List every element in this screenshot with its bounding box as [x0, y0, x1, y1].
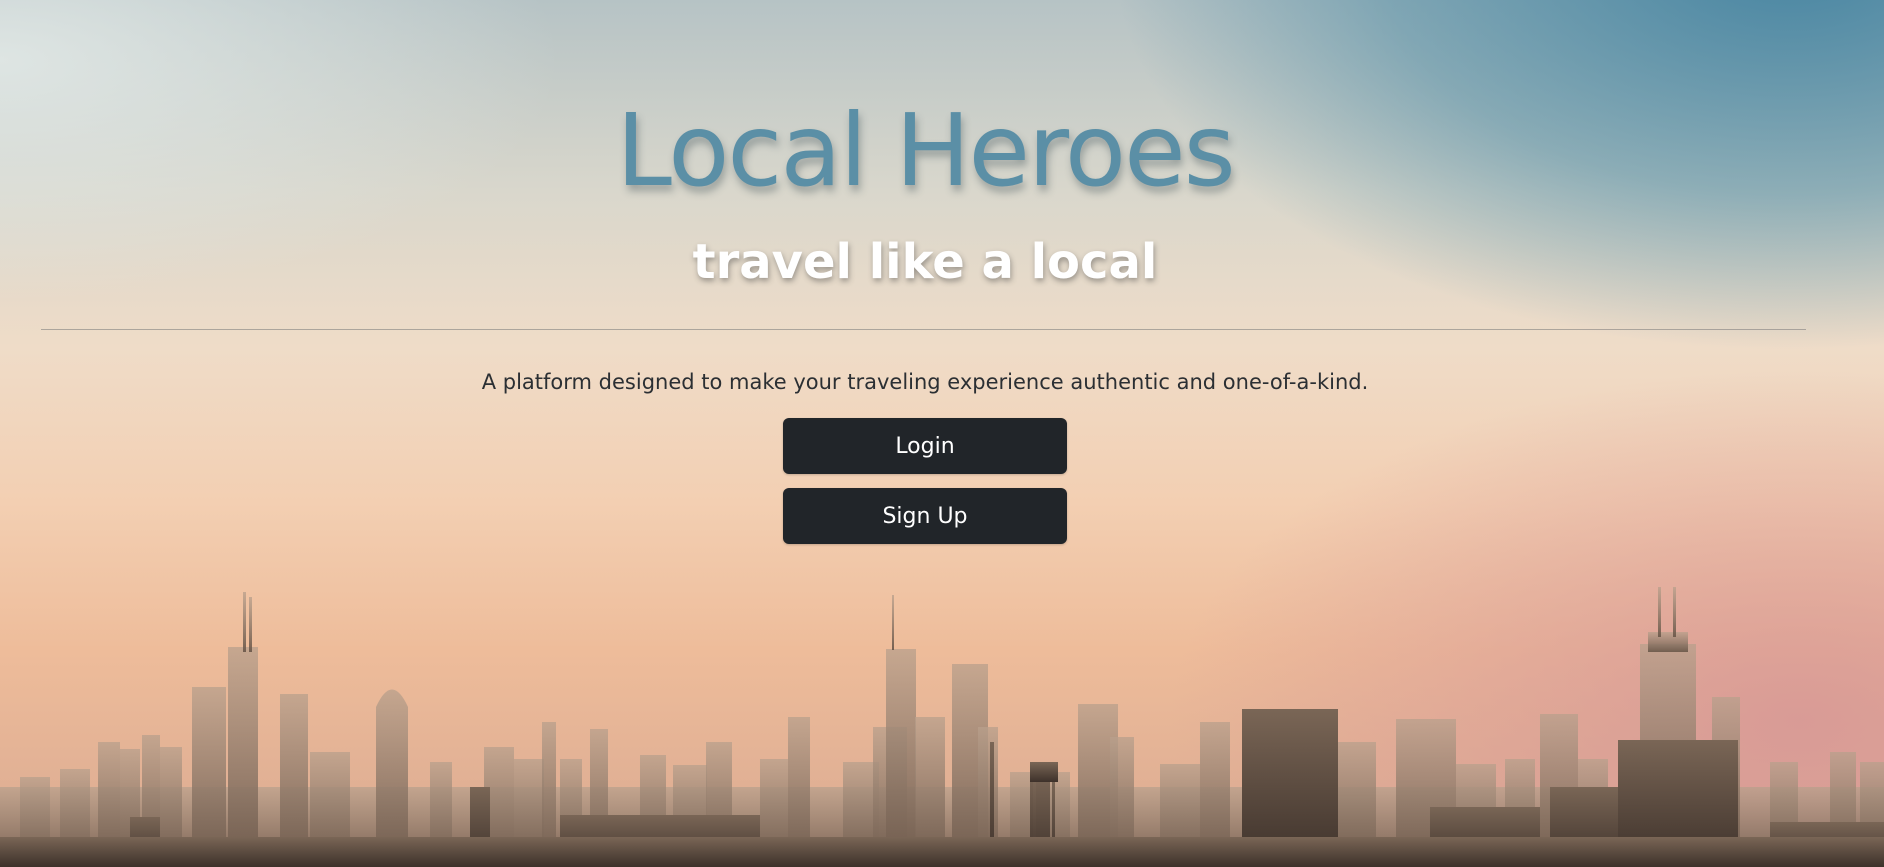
divider: [41, 329, 1806, 330]
site-title: Local Heroes: [616, 92, 1235, 209]
description: A platform designed to make your traveli…: [481, 370, 1369, 394]
city-skyline-background: [0, 587, 1884, 867]
signup-button[interactable]: Sign Up: [783, 488, 1067, 544]
tagline: travel like a local: [692, 234, 1158, 290]
login-button[interactable]: Login: [783, 418, 1067, 474]
